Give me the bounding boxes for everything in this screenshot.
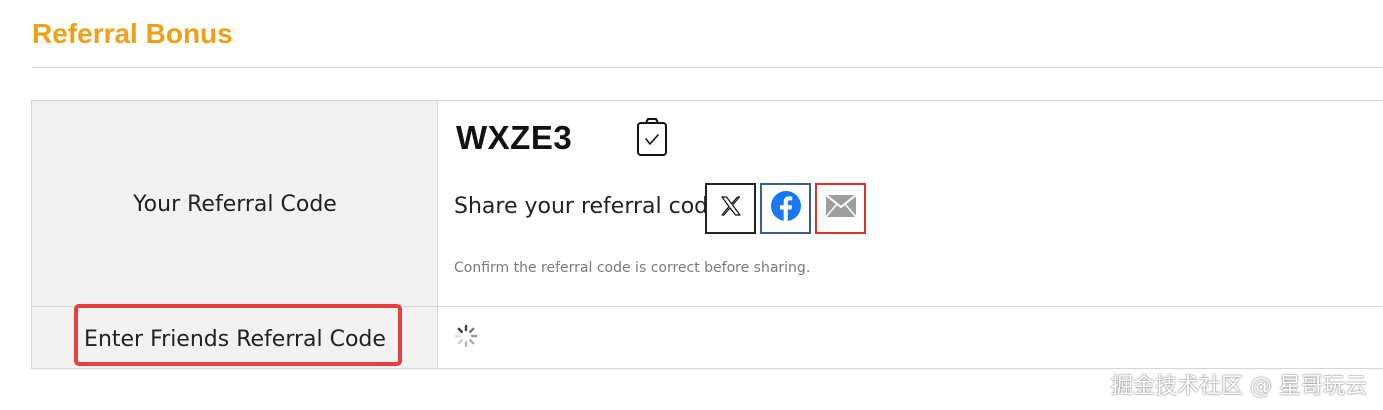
referral-table: Your Referral Code Enter Friends Referra…: [31, 100, 1383, 369]
title-divider: [32, 67, 1383, 68]
your-referral-code-label: Your Referral Code: [32, 192, 438, 217]
share-email-button[interactable]: [815, 183, 866, 234]
x-logo-icon: [719, 194, 743, 223]
loading-spinner-icon: [454, 324, 478, 348]
watermark: 掘金技术社区 @ 星哥玩云: [1111, 368, 1367, 400]
share-x-button[interactable]: [705, 183, 756, 234]
share-hint-text: Confirm the referral code is correct bef…: [454, 260, 810, 276]
highlight-annotation-box: [74, 304, 402, 366]
referral-code-value: WXZE3: [456, 119, 572, 157]
facebook-icon: [770, 190, 802, 227]
share-label: Share your referral code:: [454, 194, 729, 219]
share-facebook-button[interactable]: [760, 183, 811, 234]
page-title: Referral Bonus: [32, 18, 233, 50]
mail-icon: [825, 194, 857, 223]
clipboard-check-icon[interactable]: [636, 117, 668, 157]
